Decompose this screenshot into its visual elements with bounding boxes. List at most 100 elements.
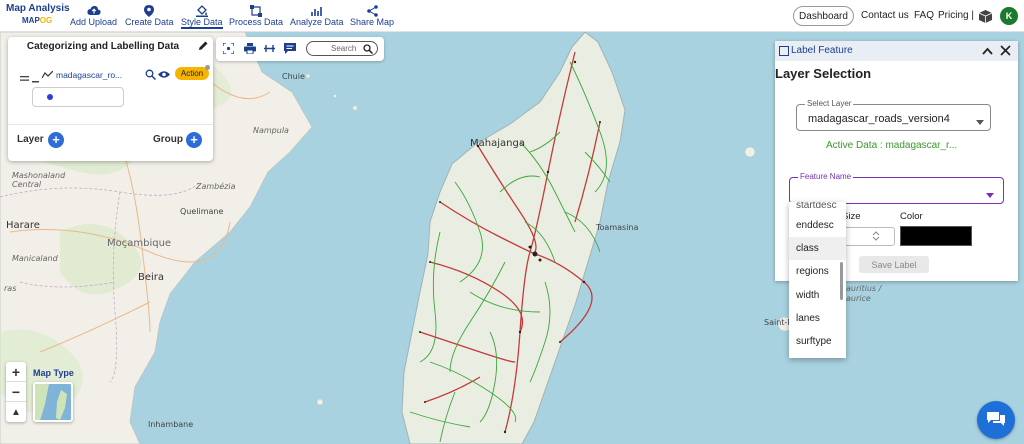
- map-label-chuie: Chuie: [282, 72, 305, 81]
- share-icon: [366, 4, 378, 17]
- nav-process-data[interactable]: Process Data: [229, 4, 283, 27]
- map-label-zambezia: Zambézia: [196, 182, 236, 191]
- layer-panel: Categorizing and Labelling Data madagasc…: [8, 37, 213, 161]
- close-icon[interactable]: [1000, 45, 1011, 59]
- nav-process-data-label: Process Data: [229, 17, 284, 27]
- pencil-icon[interactable]: [198, 40, 209, 54]
- option-surftype[interactable]: surftype: [789, 330, 846, 353]
- zoom-out-button[interactable]: −: [6, 382, 26, 402]
- caret-down-icon: [986, 189, 994, 201]
- logo-subtitle: MAPOG: [22, 16, 53, 25]
- map-label-manicaland: Manicaland: [12, 254, 58, 263]
- action-button[interactable]: Action: [175, 67, 209, 80]
- legend-swatch-box[interactable]: [32, 87, 124, 107]
- nav-share-map[interactable]: Share Map: [350, 4, 394, 27]
- reset-north-button[interactable]: ▲: [6, 402, 26, 422]
- map-label-toamasina: Toamasina: [596, 223, 639, 232]
- dashboard-button[interactable]: Dashboard: [793, 6, 854, 26]
- zoom-in-button[interactable]: +: [6, 362, 26, 382]
- feature-name-label: Feature Name: [798, 172, 854, 181]
- option-lanes[interactable]: lanes: [789, 307, 846, 330]
- paint-bucket-icon: [195, 4, 208, 17]
- caret-down-icon: [976, 116, 984, 128]
- nav-create-data[interactable]: Create Data: [125, 4, 174, 27]
- map-label-quelimane: Quelimane: [180, 207, 224, 216]
- active-data-text: Active Data : madagascar_r...: [826, 140, 958, 151]
- drag-handle-icon[interactable]: [20, 72, 29, 84]
- nav-style-data[interactable]: Style Data: [181, 4, 223, 29]
- comment-icon[interactable]: [284, 43, 296, 55]
- option-enddesc[interactable]: enddesc: [789, 214, 846, 237]
- panel-header-title: Label Feature: [791, 45, 853, 56]
- nav-create-data-label: Create Data: [125, 17, 174, 27]
- feature-name-options: startdesc enddesc class regions width la…: [789, 202, 846, 358]
- zoom-controls: + − ▲: [6, 362, 26, 422]
- chat-support-button[interactable]: [977, 401, 1015, 439]
- close-badge-icon[interactable]: [205, 65, 210, 70]
- map-type-thumbnail[interactable]: [33, 382, 73, 422]
- search-placeholder: Search: [331, 44, 357, 53]
- legend-dot: [47, 94, 53, 100]
- map-label-mahajanga: Mahajanga: [470, 138, 525, 149]
- layer-selection-title: Layer Selection: [775, 66, 872, 81]
- eye-icon[interactable]: [158, 70, 170, 82]
- analyze-icon: [310, 4, 323, 17]
- stepper-icon[interactable]: [872, 231, 880, 244]
- pricing-link[interactable]: Pricing |: [938, 10, 974, 21]
- map-label-mauritius: auritius /: [846, 284, 882, 293]
- color-picker[interactable]: [900, 226, 972, 246]
- add-layer-button[interactable]: +: [48, 132, 64, 148]
- nav-style-data-label: Style Data: [181, 17, 223, 29]
- map-label-maurice: aurice: [846, 294, 871, 303]
- map-pin-icon: [144, 4, 155, 17]
- app-logo[interactable]: Map Analysis MAPOG: [4, 3, 70, 29]
- option-width[interactable]: width: [789, 284, 846, 307]
- option-class[interactable]: class: [789, 237, 846, 260]
- measure-icon[interactable]: [264, 43, 276, 55]
- cube-icon[interactable]: [978, 10, 993, 26]
- nav-analyze-data[interactable]: Analyze Data: [290, 4, 344, 27]
- contact-us-link[interactable]: Contact us: [861, 10, 909, 21]
- top-navbar: Map Analysis MAPOG Add Upload Create Dat…: [0, 0, 1024, 32]
- map-label-inhambane: Inhambane: [148, 420, 194, 429]
- chevron-up-icon[interactable]: [982, 46, 993, 58]
- zoom-to-layer-icon[interactable]: [145, 69, 157, 83]
- divider: [8, 124, 213, 125]
- user-avatar[interactable]: K: [1000, 7, 1018, 25]
- feature-name-dropdown[interactable]: Feature Name: [789, 172, 1004, 204]
- panel-title: Categorizing and Labelling Data: [26, 41, 180, 52]
- fullscreen-icon[interactable]: [222, 42, 235, 55]
- map-label-harare: Harare: [6, 220, 40, 231]
- line-layer-icon: [41, 70, 54, 82]
- layer-name[interactable]: madagascar_ro...: [56, 70, 122, 80]
- map-label-mashonaland: Mashonaland Central: [12, 171, 66, 189]
- panel-header: Label Feature: [775, 41, 1018, 61]
- nav-add-upload[interactable]: Add Upload: [70, 4, 117, 27]
- layer-label: Layer: [17, 134, 44, 145]
- chat-icon: [987, 412, 1005, 431]
- logo-title: Map Analysis: [6, 3, 70, 14]
- nav-add-upload-label: Add Upload: [70, 17, 118, 27]
- color-label: Color: [900, 211, 923, 222]
- nav-share-map-label: Share Map: [350, 17, 395, 27]
- map-label-nampula: Nampula: [253, 126, 289, 135]
- select-layer-dropdown[interactable]: Select Layer madagascar_roads_version4: [796, 99, 991, 131]
- label-icon: [779, 46, 789, 59]
- faq-link[interactable]: FAQ: [914, 10, 934, 21]
- nav-analyze-data-label: Analyze Data: [290, 17, 344, 27]
- save-label-button[interactable]: Save Label: [859, 256, 929, 273]
- collapse-icon[interactable]: [32, 74, 39, 86]
- option-regions[interactable]: regions: [789, 260, 846, 283]
- search-icon[interactable]: [363, 44, 374, 57]
- print-icon[interactable]: [244, 43, 256, 55]
- map-label-beira: Beira: [138, 272, 165, 283]
- select-layer-label: Select Layer: [805, 99, 854, 108]
- map-label-ras: ras: [4, 284, 17, 293]
- map-type-label: Map Type: [33, 368, 74, 378]
- select-layer-value: madagascar_roads_version4: [808, 113, 950, 125]
- group-label: Group: [153, 134, 183, 145]
- dropdown-scrollbar[interactable]: [840, 262, 843, 300]
- map-toolbar: Search: [216, 37, 384, 61]
- add-group-button[interactable]: +: [186, 132, 202, 148]
- cloud-upload-icon: [86, 4, 101, 17]
